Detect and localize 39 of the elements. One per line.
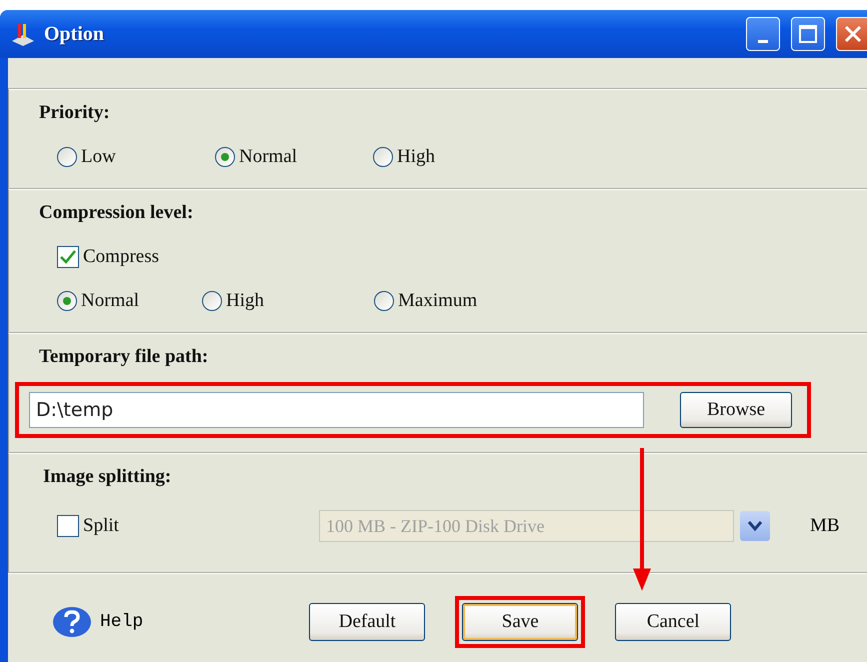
minimize-button[interactable]	[746, 17, 780, 51]
minimize-icon	[758, 40, 768, 42]
app-icon	[10, 21, 36, 47]
browse-button[interactable]: Browse	[680, 392, 792, 428]
radio-button[interactable]	[57, 291, 77, 311]
checkbox[interactable]	[57, 515, 79, 537]
radio-label: Maximum	[398, 290, 478, 312]
radio-button[interactable]	[57, 147, 77, 167]
section-label: Compression level:	[39, 202, 194, 224]
radio-button[interactable]	[202, 291, 222, 311]
chevron-down-icon	[747, 520, 763, 532]
section-label: Temporary file path:	[39, 346, 210, 368]
radio-label: High	[397, 146, 435, 168]
maximize-button[interactable]	[791, 17, 825, 51]
radio-label: Normal	[81, 290, 140, 312]
radio-label: Low	[81, 146, 116, 168]
help-icon	[52, 606, 92, 638]
dropdown-button[interactable]	[740, 511, 770, 541]
path-field[interactable]: D:\temp	[29, 392, 644, 428]
radio-label: High	[226, 290, 264, 312]
section-label: Priority:	[39, 102, 111, 124]
checkbox-label: Split	[83, 515, 119, 537]
checkbox[interactable]	[57, 246, 79, 268]
cancel-button[interactable]: Cancel	[615, 603, 732, 641]
help-link[interactable]: Help	[100, 612, 144, 632]
unit-label: MB	[810, 515, 840, 537]
close-button[interactable]	[836, 17, 867, 51]
close-icon	[844, 25, 862, 43]
radio-label: Normal	[239, 146, 298, 168]
window-title: Option	[44, 22, 106, 46]
radio-button[interactable]	[374, 291, 394, 311]
section-label: Image splitting:	[43, 466, 172, 488]
check-icon	[59, 249, 77, 265]
maximize-icon	[799, 25, 817, 43]
default-button[interactable]: Default	[309, 603, 426, 641]
radio-button[interactable]	[215, 147, 235, 167]
radio-button[interactable]	[373, 147, 393, 167]
save-button[interactable]: Save	[462, 603, 578, 641]
checkbox-label: Compress	[83, 246, 159, 268]
